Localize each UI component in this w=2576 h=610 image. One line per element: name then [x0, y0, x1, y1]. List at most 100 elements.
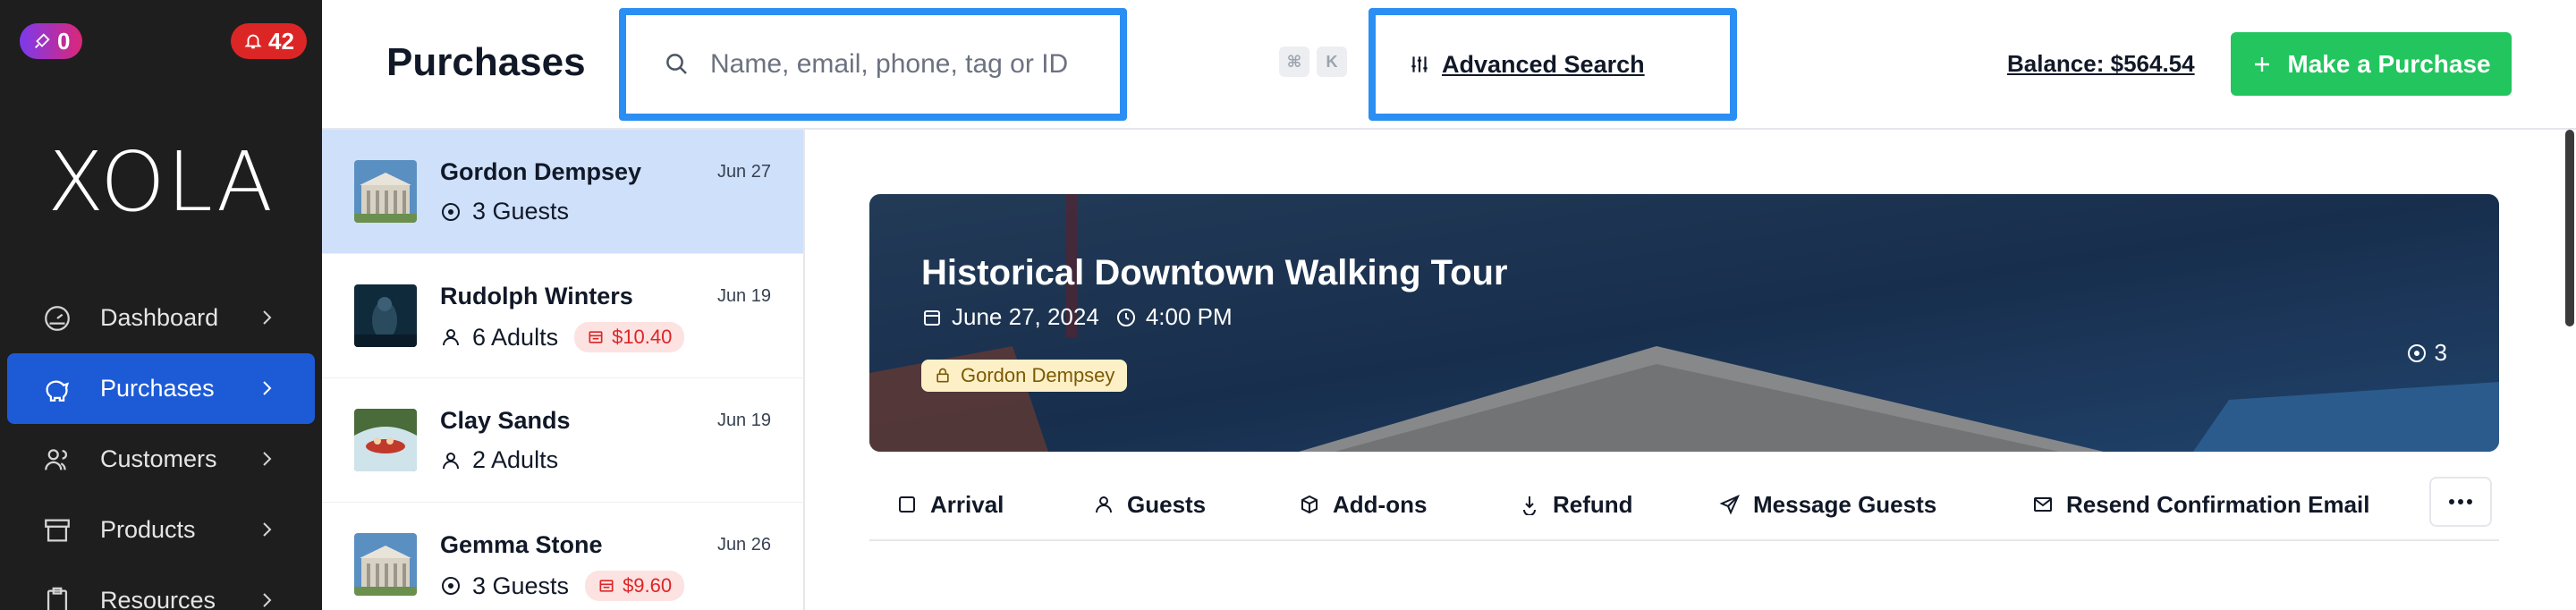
receipt-icon	[589, 331, 603, 343]
receipt-icon	[599, 580, 614, 592]
send-icon	[1719, 495, 1740, 515]
list-item[interactable]: Rudolph Winters Jun 19 6 Adults $10.40	[322, 254, 803, 378]
cube-icon	[1301, 495, 1318, 514]
mail-icon	[2034, 497, 2052, 512]
make-purchase-label: Make a Purchase	[2287, 49, 2491, 78]
alerts-pill[interactable]: 42	[231, 23, 307, 59]
list-item[interactable]: Gemma Stone Jun 26 3 Guests $9.60	[322, 503, 803, 610]
checkbox-icon	[899, 496, 915, 513]
notifications-count: 0	[57, 27, 71, 55]
sidebar-item-label: Products	[100, 516, 196, 543]
sidebar-item-purchases[interactable]: Purchases	[7, 353, 315, 424]
purchase-date: Jun 19	[716, 286, 771, 306]
search-input[interactable]	[710, 49, 1086, 80]
rocket-icon	[35, 33, 50, 48]
ellipsis-icon	[2449, 499, 2472, 504]
message-guests-action[interactable]: Message Guests	[1719, 491, 1936, 519]
action-label: Message Guests	[1753, 490, 1937, 518]
users-icon	[45, 448, 68, 470]
calendar-icon	[924, 309, 940, 326]
shortcut-cmd-key: ⌘	[1279, 47, 1309, 77]
purchase-detail: Historical Downtown Walking Tour June 27…	[807, 130, 2576, 610]
plus-icon	[2255, 56, 2270, 72]
target-icon	[442, 202, 460, 221]
guest-count: 3 Guests	[472, 572, 570, 599]
search-icon	[666, 54, 687, 74]
target-icon	[442, 577, 460, 595]
refund-action[interactable]: Refund	[1519, 491, 1633, 519]
box-icon	[45, 519, 70, 541]
refund-icon	[1523, 496, 1536, 515]
make-purchase-button[interactable]: Make a Purchase	[2231, 32, 2512, 96]
action-label: Add-ons	[1333, 490, 1428, 518]
purchase-actions-bar: Arrival Guests Add-ons Refund Message Gu…	[869, 470, 2499, 541]
more-options-button[interactable]	[2429, 477, 2492, 527]
alerts-count: 42	[268, 27, 294, 55]
advanced-search-button[interactable]: Advanced Search	[1368, 8, 1737, 121]
chevron-right-icon	[263, 593, 272, 607]
tour-time: 4:00 PM	[1145, 303, 1233, 330]
person-icon	[1096, 496, 1112, 513]
guest-count: 3 Guests	[472, 198, 570, 225]
customer-name: Rudolph Winters	[440, 283, 633, 309]
search-box[interactable]	[619, 8, 1127, 121]
list-item[interactable]: Gordon Dempsey Jun 27 3 Guests	[322, 130, 803, 254]
xola-logo[interactable]: XOLA	[0, 134, 322, 230]
customer-name: Gordon Dempsey	[440, 158, 642, 185]
page-title: Purchases	[386, 40, 586, 84]
tour-datetime: June 27, 2024 4:00 PM	[921, 303, 1233, 331]
chevron-right-icon	[263, 452, 272, 466]
sidebar-item-label: Purchases	[100, 375, 215, 402]
person-icon	[443, 329, 459, 346]
action-label: Resend Confirmation Email	[2066, 490, 2370, 518]
sidebar-item-label: Dashboard	[100, 304, 219, 331]
addons-action[interactable]: Add-ons	[1299, 491, 1427, 519]
chevron-right-icon	[263, 522, 272, 537]
guest-count: 2 Adults	[472, 446, 559, 473]
person-icon	[443, 452, 459, 469]
sidebar-item-customers[interactable]: Customers	[7, 424, 315, 495]
guest-count-indicator: 3	[2406, 339, 2447, 367]
balance-link[interactable]: Balance: $564.54	[2007, 50, 2195, 78]
lock-icon	[936, 368, 949, 383]
main-scrollbar[interactable]	[2563, 130, 2576, 610]
customer-tag-label: Gordon Dempsey	[961, 364, 1115, 386]
action-label: Refund	[1553, 490, 1633, 518]
guest-summary: 2 Adults	[440, 446, 558, 474]
arrival-action[interactable]: Arrival	[896, 491, 1004, 519]
sidebar-item-resources[interactable]: Resources	[7, 565, 315, 610]
sliders-icon	[1411, 56, 1428, 72]
target-icon	[2407, 343, 2426, 362]
resend-confirmation-action[interactable]: Resend Confirmation Email	[2032, 491, 2370, 519]
list-item[interactable]: Clay Sands Jun 19 2 Adults	[322, 378, 803, 503]
guest-summary: 6 Adults $10.40	[440, 322, 685, 352]
clipboard-icon	[47, 587, 68, 610]
tour-thumbnail	[354, 284, 417, 347]
guest-summary: 3 Guests $9.60	[440, 571, 685, 601]
sidebar-item-label: Resources	[100, 587, 216, 610]
purchase-list: Gordon Dempsey Jun 27 3 Guests Rudolph W…	[322, 130, 805, 610]
sidebar-item-dashboard[interactable]: Dashboard	[7, 283, 315, 353]
tour-thumbnail	[354, 160, 417, 223]
tour-hero-banner: Historical Downtown Walking Tour June 27…	[869, 194, 2499, 452]
sidebar: 0 42 XOLA Dashboard Purchases Customers	[0, 0, 322, 610]
amount-due: $10.40	[612, 326, 673, 348]
top-header: Purchases ⌘ K Advanced Search Balance: $…	[322, 0, 2576, 130]
customer-name: Clay Sands	[440, 407, 571, 434]
sidebar-item-products[interactable]: Products	[7, 495, 315, 565]
scrollbar-thumb[interactable]	[2565, 130, 2574, 326]
sidebar-nav: Dashboard Purchases Customers Products R	[7, 283, 315, 610]
tour-thumbnail	[354, 409, 417, 471]
guest-count-value: 3	[2434, 339, 2447, 366]
customer-tag[interactable]: Gordon Dempsey	[921, 360, 1128, 392]
piggy-bank-icon	[46, 379, 70, 402]
customer-name: Gemma Stone	[440, 531, 603, 558]
advanced-search-label: Advanced Search	[1442, 50, 1645, 78]
gauge-icon	[45, 305, 70, 331]
guests-action[interactable]: Guests	[1093, 491, 1206, 519]
clock-icon	[1116, 308, 1135, 326]
notifications-pill[interactable]: 0	[20, 23, 83, 59]
amount-due: $9.60	[623, 574, 673, 597]
purchase-date: Jun 26	[716, 535, 771, 555]
tour-title: Historical Downtown Walking Tour	[921, 253, 1508, 292]
